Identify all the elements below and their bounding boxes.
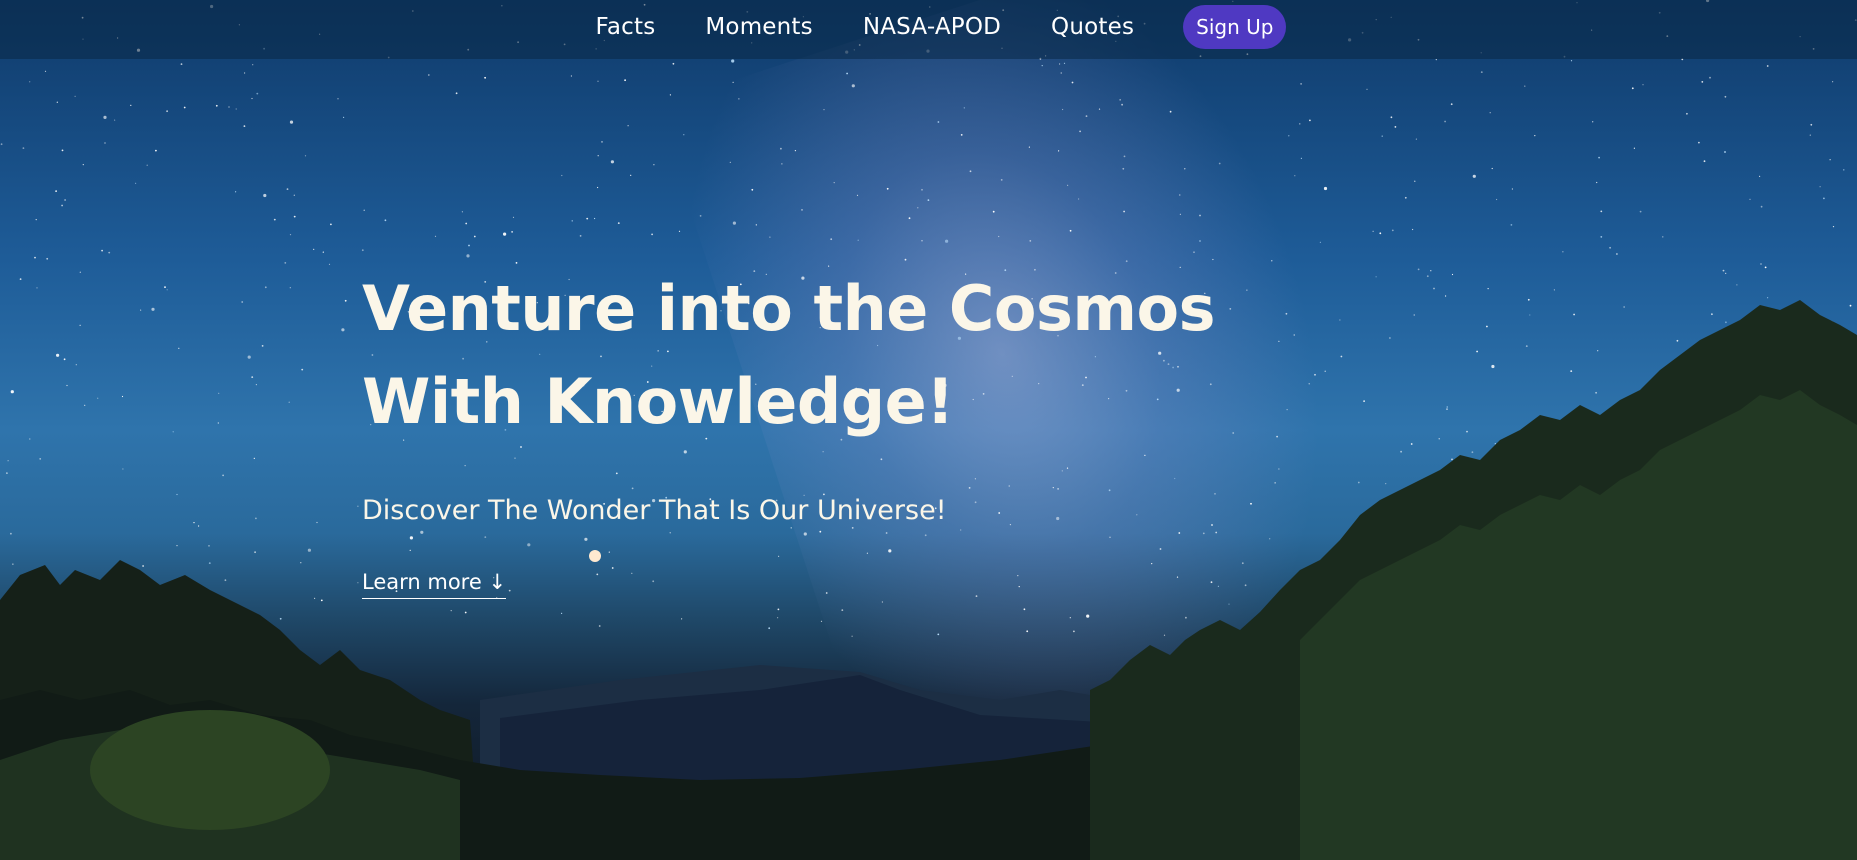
learn-more-link[interactable]: Learn more ↓ (362, 570, 507, 599)
hero-subheadline: Discover The Wonder That Is Our Universe… (362, 495, 947, 526)
headline-line-2: With Knowledge! (362, 365, 954, 438)
nav-link-nasa-apod[interactable]: NASA-APOD (863, 14, 1001, 40)
hero-content: Venture into the Cosmos With Knowledge! … (362, 262, 1362, 599)
headline-line-1: Venture into the Cosmos (362, 272, 1216, 345)
hero-headline: Venture into the Cosmos With Knowledge! (362, 262, 1362, 448)
nav-link-quotes[interactable]: Quotes (1051, 14, 1134, 40)
nav-link-facts[interactable]: Facts (596, 14, 656, 40)
hero-section: Facts Moments NASA-APOD Quotes Sign Up V… (0, 0, 1857, 860)
top-navbar: Facts Moments NASA-APOD Quotes Sign Up (0, 0, 1857, 59)
nav-link-moments[interactable]: Moments (705, 14, 812, 40)
sign-up-button[interactable]: Sign Up (1183, 4, 1287, 49)
